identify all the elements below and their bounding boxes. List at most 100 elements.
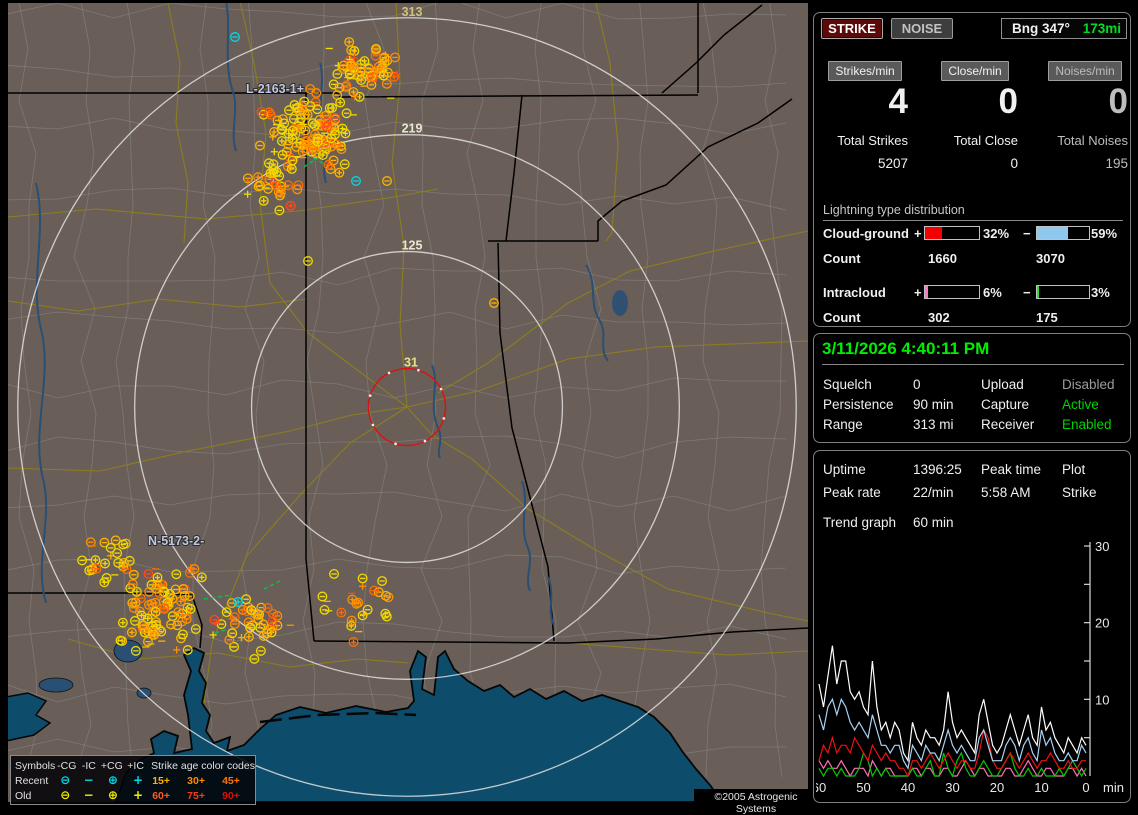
counter-header-1[interactable]: Close/min xyxy=(941,61,1009,81)
distance-value: 173mi xyxy=(1082,21,1121,36)
total-value-1: 0 xyxy=(1010,156,1018,171)
neg-count-0: 3070 xyxy=(1036,251,1065,266)
svg-text:50: 50 xyxy=(856,780,870,795)
status-value2-2: Enabled xyxy=(1062,417,1112,432)
status-label2-0: Upload xyxy=(981,377,1024,392)
svg-text:10: 10 xyxy=(1034,780,1048,795)
svg-text:30: 30 xyxy=(1095,539,1109,554)
total-value-2: 195 xyxy=(1105,156,1128,171)
rate-value-0: 4 xyxy=(888,82,908,121)
age-code-60+: 60+ xyxy=(152,789,171,802)
legend-header-row: Symbols -CG -IC +CG +IC Strike age color code… xyxy=(15,758,255,773)
status-label1-0: Squelch xyxy=(823,377,872,392)
bearing-display: Bng 347° 173mi xyxy=(1001,18,1127,39)
session-label2-0: Peak time xyxy=(981,462,1042,477)
dist-label-1: Intracloud xyxy=(823,285,886,300)
legend-type-header-1: -IC xyxy=(81,759,96,772)
status-row-0: Squelch 0 Upload Disabled xyxy=(814,377,1132,393)
status-value1-1: 90 min xyxy=(913,397,954,412)
age-code-45+: 45+ xyxy=(222,774,240,787)
age-code-15+: 15+ xyxy=(152,774,171,787)
legend-age-header: Strike age color codes xyxy=(151,759,255,772)
status-row-2: Range 313 mi Receiver Enabled xyxy=(814,417,1132,433)
distribution-title: Lightning type distribution xyxy=(823,203,1123,221)
counter-header-0[interactable]: Strikes/min xyxy=(828,61,902,81)
cg-neg-symbol-icon: ⊖ xyxy=(60,788,71,802)
dist-minus-sign-0: − xyxy=(1023,226,1031,241)
counter-column-1: Close/min 0 Total Close 0 xyxy=(932,61,1018,171)
count-label-1: Count xyxy=(823,310,861,325)
rate-value-1: 0 xyxy=(998,82,1018,121)
dist-pos-bar-0 xyxy=(924,226,980,240)
status-value1-2: 313 mi xyxy=(913,417,954,432)
rate-value-2: 0 xyxy=(1108,82,1128,121)
legend-row-old: Old ⊖ − ⊕ +60+ 75+ 90+ xyxy=(15,788,255,803)
session-label2-1: 5:58 AM xyxy=(981,485,1031,500)
neg-count-1: 175 xyxy=(1036,310,1058,325)
storm-cell-label-1: N-5173-2- xyxy=(148,534,204,548)
age-code-90+: 90+ xyxy=(222,789,240,802)
bearing-value: Bng 347° xyxy=(1012,21,1070,36)
status-row-1: Persistence 90 min Capture Active xyxy=(814,397,1132,413)
status-value1-0: 0 xyxy=(913,377,921,392)
svg-text:10: 10 xyxy=(1095,692,1109,707)
range-ring-label-219: 219 xyxy=(402,122,423,136)
legend-type-header-0: -CG xyxy=(57,759,77,772)
session-row-0: Uptime 1396:25 Peak time Plot xyxy=(814,462,1132,478)
dist-neg-bar-1 xyxy=(1036,285,1090,299)
age-code-30+: 30+ xyxy=(187,774,205,787)
session-value1-1: 22/min xyxy=(913,485,954,500)
legend-type-header-2: +CG xyxy=(100,759,123,772)
svg-text:min: min xyxy=(1103,780,1124,795)
pos-count-0: 1660 xyxy=(928,251,957,266)
distribution-count-row-0: Count 1660 3070 xyxy=(814,251,1132,267)
nexstorm-window: 313 219 125 31 L-2163-1+ N-5173-2- ©2005 Astr… xyxy=(0,0,1138,815)
trend-graph-window: 60 min xyxy=(913,515,954,530)
range-ring-label-313: 313 xyxy=(402,5,423,19)
svg-text:20: 20 xyxy=(1095,616,1109,631)
total-value-0: 5207 xyxy=(877,156,908,171)
legend-row-recent: Recent ⊖ − ⊕ +15+ 30+ 45+ xyxy=(15,773,255,788)
pos-count-1: 302 xyxy=(928,310,950,325)
trend-graph-row: Trend graph 60 min xyxy=(814,515,1132,531)
counter-header-2[interactable]: Noises/min xyxy=(1048,61,1122,81)
session-label1-0: Uptime xyxy=(823,462,866,477)
strike-mode-button[interactable]: STRIKE xyxy=(821,18,883,39)
dist-pos-pct-1: 6% xyxy=(983,285,1002,300)
svg-text:20: 20 xyxy=(990,780,1004,795)
session-value2-1: Strike xyxy=(1062,485,1097,500)
storm-cell-label-0: L-2163-1+ xyxy=(246,82,304,96)
session-row-1: Peak rate 22/min 5:58 AM Strike xyxy=(814,485,1132,501)
dist-pos-bar-1 xyxy=(924,285,980,299)
count-label-0: Count xyxy=(823,251,861,266)
session-label1-1: Peak rate xyxy=(823,485,881,500)
legend-age-label-1: Old xyxy=(15,789,32,802)
status-label1-1: Persistence xyxy=(823,397,894,412)
trend-graph: 10 20 30 60 50 40 30 20 10 0 min xyxy=(816,539,1124,795)
trend-graph-label: Trend graph xyxy=(823,515,897,530)
dist-plus-sign-0: + xyxy=(914,226,922,241)
cg-pos-symbol-icon: ⊕ xyxy=(107,788,118,802)
status-value2-0: Disabled xyxy=(1062,377,1115,392)
map-canvas[interactable]: 313 219 125 31 L-2163-1+ N-5173-2- xyxy=(8,3,808,802)
trend-panel: Uptime 1396:25 Peak time Plot Peak rate 22/mi… xyxy=(813,450,1131,803)
status-label1-2: Range xyxy=(823,417,863,432)
ic-pos-symbol-icon: + xyxy=(133,773,144,787)
svg-text:30: 30 xyxy=(945,780,959,795)
dist-plus-sign-1: + xyxy=(914,285,922,300)
counter-column-0: Strikes/min 4 Total Strikes 5207 xyxy=(822,61,908,171)
svg-text:60: 60 xyxy=(816,780,826,795)
cg-pos-symbol-icon: ⊕ xyxy=(107,773,118,787)
svg-text:40: 40 xyxy=(901,780,915,795)
dist-pos-pct-0: 32% xyxy=(983,226,1010,241)
status-panel: 3/11/2026 4:40:11 PM Squelch 0 Upload Disab… xyxy=(813,333,1131,443)
ic-neg-symbol-icon: − xyxy=(83,773,94,787)
total-label-1: Total Close xyxy=(953,133,1018,148)
copyright-label: ©2005 Astrogenic Systems xyxy=(694,789,818,815)
age-code-75+: 75+ xyxy=(187,789,205,802)
legend-type-header-3: +IC xyxy=(127,759,144,772)
noise-mode-button[interactable]: NOISE xyxy=(891,18,953,39)
lightning-map[interactable]: 313 219 125 31 L-2163-1+ N-5173-2- ©2005 Astr… xyxy=(8,3,818,815)
range-ring-label-125: 125 xyxy=(402,239,423,253)
status-value2-1: Active xyxy=(1062,397,1099,412)
